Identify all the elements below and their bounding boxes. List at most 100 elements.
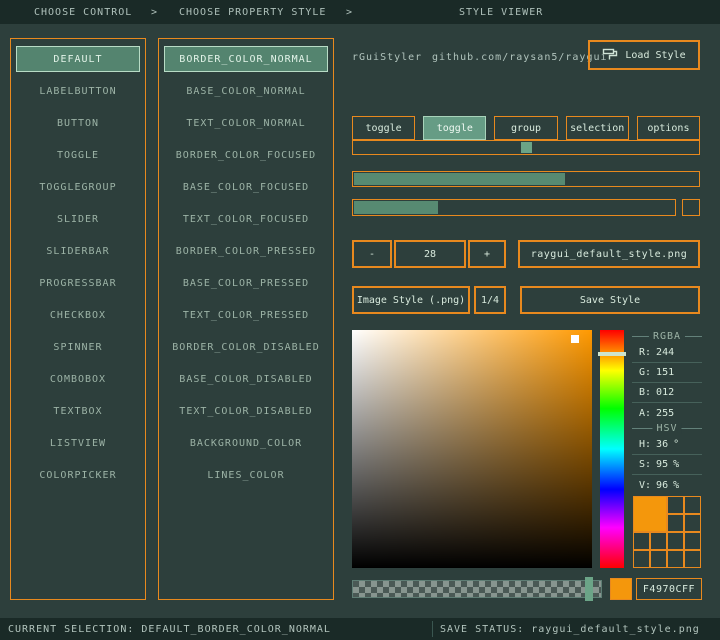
- channel-value: 151: [656, 367, 674, 378]
- property-list-item[interactable]: BASE_COLOR_PRESSED: [164, 270, 328, 296]
- filename-input[interactable]: [518, 240, 700, 268]
- toggle-button[interactable]: selection: [566, 116, 629, 140]
- breadcrumb-choose-control: CHOOSE CONTROL: [34, 7, 132, 18]
- load-style-label: Load Style: [625, 50, 685, 61]
- properties-list: BORDER_COLOR_NORMAL BASE_COLOR_NORMAL TE…: [158, 38, 334, 600]
- control-list-item[interactable]: PROGRESSBAR: [16, 270, 140, 296]
- spinner-decrease-button[interactable]: -: [352, 240, 392, 268]
- color-palette-grid: [633, 496, 701, 568]
- property-list-item[interactable]: TEXT_COLOR_DISABLED: [164, 398, 328, 424]
- spinner-value[interactable]: 28: [394, 240, 466, 268]
- palette-cell[interactable]: [684, 550, 701, 568]
- slider-bar[interactable]: [352, 171, 700, 187]
- breadcrumb-choose-property-style: CHOOSE PROPERTY STYLE: [179, 7, 326, 18]
- repo-link[interactable]: github.com/raysan5/raygui: [432, 52, 608, 63]
- slider[interactable]: [352, 140, 700, 155]
- control-list-item[interactable]: DEFAULT: [16, 46, 140, 72]
- palette-cell[interactable]: [684, 514, 701, 532]
- status-bar: CURRENT SELECTION: DEFAULT_BORDER_COLOR_…: [0, 618, 720, 640]
- alpha-slider-handle[interactable]: [585, 577, 593, 601]
- property-list-item[interactable]: BORDER_COLOR_FOCUSED: [164, 142, 328, 168]
- current-color-swatch: [610, 578, 632, 600]
- spinner-increase-button[interactable]: +: [468, 240, 506, 268]
- progress-side-button[interactable]: [682, 199, 700, 216]
- palette-cell[interactable]: [667, 496, 684, 514]
- channel-label: V:: [639, 480, 651, 491]
- palette-cell[interactable]: [633, 532, 650, 550]
- control-list-item[interactable]: LISTVIEW: [16, 430, 140, 456]
- save-status: SAVE STATUS: raygui_default_style.png: [440, 624, 700, 635]
- color-picker-marker[interactable]: [571, 335, 579, 343]
- property-list-item[interactable]: BASE_COLOR_NORMAL: [164, 78, 328, 104]
- rgba-value-row: R:244: [632, 343, 702, 363]
- property-list-item[interactable]: BORDER_COLOR_PRESSED: [164, 238, 328, 264]
- rguistyler-window: CHOOSE CONTROL > CHOOSE PROPERTY STYLE >…: [0, 0, 720, 640]
- hsv-value-row: V:96%: [632, 475, 702, 495]
- palette-cell[interactable]: [650, 532, 667, 550]
- rgba-rows: R:244 G:151 B:012 A:255: [632, 337, 702, 423]
- save-style-button[interactable]: Save Style: [520, 286, 700, 314]
- slider-bar-fill: [354, 173, 565, 185]
- control-list-item[interactable]: LABELBUTTON: [16, 78, 140, 104]
- hex-color-input[interactable]: [636, 578, 702, 600]
- control-list-item[interactable]: COMBOBOX: [16, 366, 140, 392]
- control-list-item[interactable]: CHECKBOX: [16, 302, 140, 328]
- channel-label: A:: [639, 408, 651, 419]
- control-list-item[interactable]: BUTTON: [16, 110, 140, 136]
- property-list-item[interactable]: TEXT_COLOR_NORMAL: [164, 110, 328, 136]
- hsv-rows: H: 36 ° S: 95% V: 96%: [632, 429, 702, 495]
- paint-roller-icon: [602, 47, 618, 63]
- breadcrumb-separator: >: [151, 7, 158, 18]
- alpha-slider[interactable]: [352, 580, 602, 598]
- hsv-group-label: HSV: [652, 423, 681, 434]
- control-list-item[interactable]: TEXTBOX: [16, 398, 140, 424]
- hue-slider[interactable]: [600, 330, 624, 568]
- property-list-item[interactable]: BASE_COLOR_DISABLED: [164, 366, 328, 392]
- palette-cell[interactable]: [667, 514, 684, 532]
- palette-cell[interactable]: [684, 496, 701, 514]
- breadcrumb-style-viewer: STYLE VIEWER: [459, 7, 543, 18]
- palette-cell[interactable]: [667, 532, 684, 550]
- palette-cell[interactable]: [667, 550, 684, 568]
- hsv-group: HSV H:36° S:95% V:96%: [632, 428, 702, 492]
- property-list-item[interactable]: BACKGROUND_COLOR: [164, 430, 328, 456]
- control-list-item[interactable]: TOGGLE: [16, 142, 140, 168]
- color-saturation-value-picker[interactable]: [352, 330, 592, 568]
- app-name-label: rGuiStyler: [352, 52, 422, 63]
- channel-unit: %: [673, 459, 679, 470]
- toggle-button[interactable]: options: [637, 116, 700, 140]
- property-list-item[interactable]: BASE_COLOR_FOCUSED: [164, 174, 328, 200]
- slider-handle[interactable]: [521, 142, 532, 153]
- palette-selected-color[interactable]: [633, 496, 667, 532]
- control-list-item[interactable]: SLIDERBAR: [16, 238, 140, 264]
- toggle-button[interactable]: toggle: [423, 116, 486, 140]
- control-list-item[interactable]: TOGGLEGROUP: [16, 174, 140, 200]
- hsv-value-row: S: 95%: [632, 455, 702, 475]
- palette-cell[interactable]: [684, 532, 701, 550]
- control-list-item[interactable]: SLIDER: [16, 206, 140, 232]
- control-list-item[interactable]: COLORPICKER: [16, 462, 140, 488]
- channel-value: 36: [656, 439, 668, 450]
- channel-value: 95: [656, 459, 668, 470]
- channel-label: H:: [639, 439, 651, 450]
- channel-label: S:: [639, 459, 651, 470]
- toggle-button[interactable]: group: [494, 116, 557, 140]
- toggle-button[interactable]: toggle: [352, 116, 415, 140]
- hue-slider-handle[interactable]: [598, 352, 626, 356]
- palette-cell[interactable]: [633, 550, 650, 568]
- property-list-item[interactable]: BORDER_COLOR_DISABLED: [164, 334, 328, 360]
- property-list-item[interactable]: LINES_COLOR: [164, 462, 328, 488]
- scale-button[interactable]: 1/4: [474, 286, 506, 314]
- channel-label: R:: [639, 347, 651, 358]
- property-list-item[interactable]: TEXT_COLOR_FOCUSED: [164, 206, 328, 232]
- channel-value: 255: [656, 408, 674, 419]
- image-style-button[interactable]: Image Style (.png): [352, 286, 470, 314]
- channel-unit: °: [673, 439, 679, 450]
- property-list-item[interactable]: TEXT_COLOR_PRESSED: [164, 302, 328, 328]
- control-list-item[interactable]: SPINNER: [16, 334, 140, 360]
- channel-value: 96: [656, 480, 668, 491]
- current-selection-status: CURRENT SELECTION: DEFAULT_BORDER_COLOR_…: [8, 624, 331, 635]
- property-list-item[interactable]: BORDER_COLOR_NORMAL: [164, 46, 328, 72]
- palette-cell[interactable]: [650, 550, 667, 568]
- load-style-button[interactable]: Load Style: [588, 40, 700, 70]
